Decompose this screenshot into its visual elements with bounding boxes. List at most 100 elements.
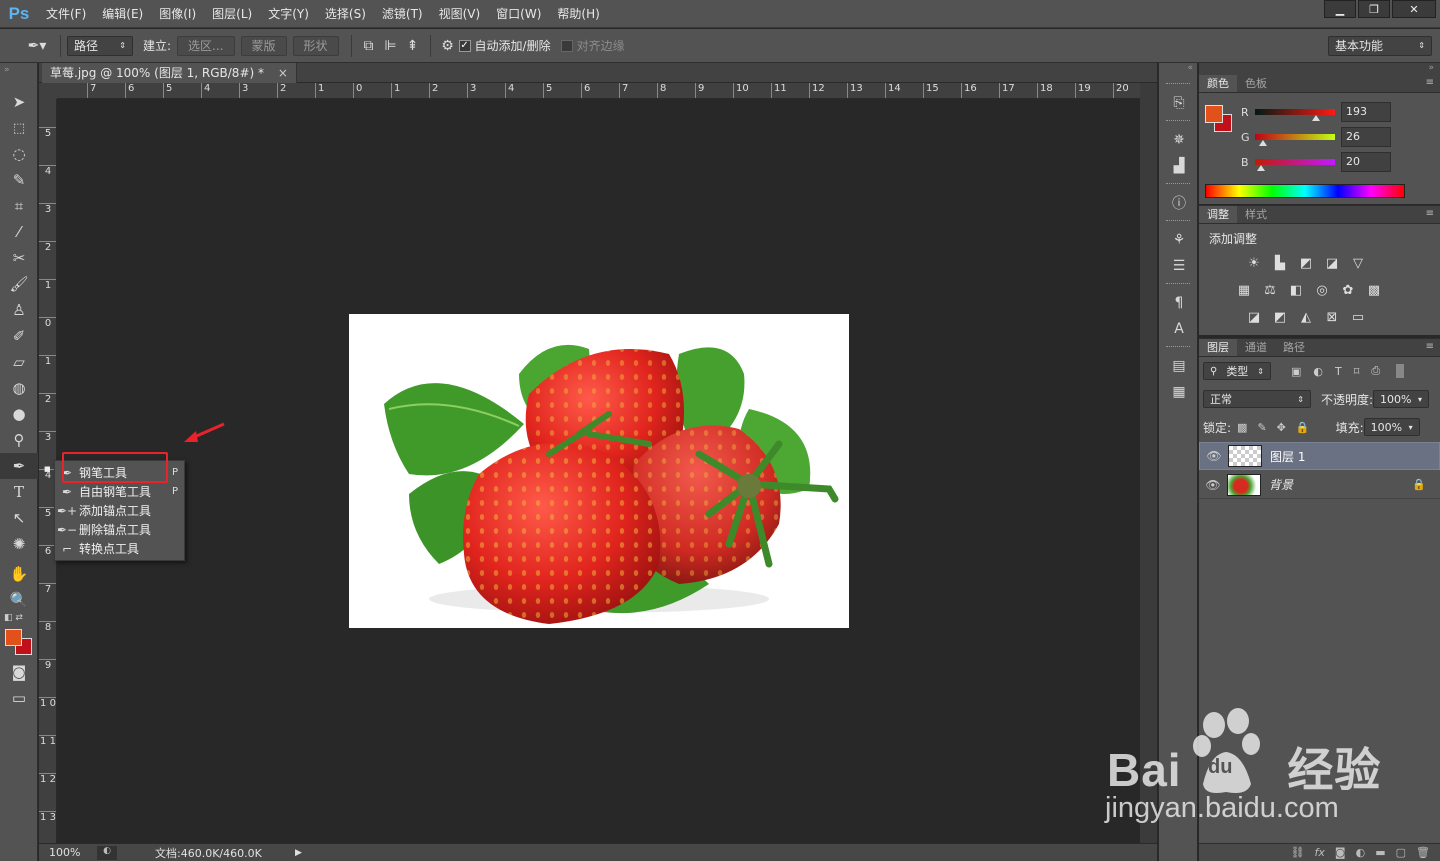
make-mask-button[interactable]: 蒙版 <box>240 35 287 56</box>
properties-panel-icon[interactable]: ▤ <box>1159 353 1199 379</box>
make-selection-button[interactable]: 选区... <box>177 35 235 56</box>
make-shape-button[interactable]: 形状 <box>292 35 339 56</box>
menu-item[interactable]: 编辑(E) <box>94 0 151 28</box>
flyout-item-freeform-pen-tool[interactable]: ✒ 自由钢笔工具 P <box>55 482 186 501</box>
path-selection-tool-icon[interactable]: ↖ <box>0 505 38 531</box>
lock-all-icon[interactable]: 🔒 <box>1296 421 1310 434</box>
close-button[interactable]: ✕ <box>1392 0 1436 18</box>
tab-styles[interactable]: 样式 <box>1237 206 1275 223</box>
quick-selection-tool-icon[interactable]: ✎ <box>0 167 38 193</box>
levels-icon[interactable]: ▙ <box>1271 254 1289 272</box>
brush-panel-icon[interactable]: ⚘ <box>1159 227 1199 253</box>
layer-filter-select[interactable]: ⚲ 类型 ⇕ <box>1203 362 1271 380</box>
blur-tool-icon[interactable]: ● <box>0 401 38 427</box>
history-panel-icon[interactable]: ⎘ <box>1159 90 1199 116</box>
menu-item[interactable]: 视图(V) <box>431 0 489 28</box>
menu-item[interactable]: 选择(S) <box>317 0 374 28</box>
opacity-field[interactable]: 100% ▾ <box>1373 390 1430 408</box>
eye-icon[interactable]: 👁 <box>1199 478 1227 492</box>
blue-value[interactable]: 20 <box>1341 152 1391 172</box>
flyout-item-delete-anchor-point-tool[interactable]: ✒− 删除锚点工具 <box>55 520 186 539</box>
panel-menu-icon[interactable]: ≡ <box>1426 208 1434 219</box>
menu-item[interactable]: 帮助(H) <box>549 0 607 28</box>
red-slider[interactable] <box>1255 109 1335 121</box>
panel-foreground-swatch[interactable] <box>1205 105 1223 123</box>
dodge-tool-icon[interactable]: ⚲ <box>0 427 38 453</box>
vibrance-icon[interactable]: ▽ <box>1349 254 1367 272</box>
color-balance-icon[interactable]: ⚖ <box>1261 281 1279 299</box>
brush-presets-icon[interactable]: ☰ <box>1159 253 1199 279</box>
close-icon[interactable]: × <box>278 66 288 80</box>
pen-tool-preset-icon[interactable]: ✒▾ <box>20 35 54 57</box>
new-layer-icon[interactable]: ▢ <box>1396 846 1406 859</box>
posterize-icon[interactable]: ◩ <box>1271 308 1289 326</box>
menu-item[interactable]: 滤镜(T) <box>374 0 431 28</box>
menu-item[interactable]: 图层(L) <box>204 0 260 28</box>
menu-item[interactable]: 窗口(W) <box>488 0 549 28</box>
green-value[interactable]: 26 <box>1341 127 1391 147</box>
path-arrangement-icon[interactable]: ⇞ <box>402 35 424 57</box>
minimize-button[interactable]: ▁ <box>1324 0 1356 18</box>
filter-adjustment-icon[interactable]: ◐ <box>1313 365 1323 378</box>
strip-collapse[interactable]: « <box>1159 63 1197 79</box>
healing-brush-tool-icon[interactable]: ✂ <box>0 245 38 271</box>
tab-adjustments[interactable]: 调整 <box>1199 206 1237 223</box>
crop-tool-icon[interactable]: ⌗ <box>0 193 38 219</box>
pen-tool-icon[interactable]: ✒ <box>0 453 38 479</box>
trash-icon[interactable]: 🗑 <box>1416 846 1430 859</box>
marquee-tool-icon[interactable]: ⬚ <box>0 115 38 141</box>
lock-pixels-icon[interactable]: ✎ <box>1257 421 1266 434</box>
quick-mask-icon[interactable]: ◙ <box>0 659 38 685</box>
menu-item[interactable]: 文件(F) <box>38 0 94 28</box>
lock-transparent-icon[interactable]: ▩ <box>1237 421 1247 434</box>
gradient-map-icon[interactable]: ⊠ <box>1323 308 1341 326</box>
photo-filter-icon[interactable]: ◎ <box>1313 281 1331 299</box>
restore-button[interactable]: ❐ <box>1358 0 1390 18</box>
type-tool-icon[interactable]: T <box>0 479 38 505</box>
filter-pixel-icon[interactable]: ▣ <box>1291 365 1301 378</box>
gradient-tool-icon[interactable]: ◍ <box>0 375 38 401</box>
zoom-level[interactable]: 100% <box>39 846 89 859</box>
color-swatches[interactable] <box>0 627 37 659</box>
panel-collapse[interactable]: » <box>1199 63 1440 75</box>
status-info-icon[interactable]: ◐ <box>97 845 117 860</box>
black-white-icon[interactable]: ◧ <box>1287 281 1305 299</box>
fill-field[interactable]: 100% ▾ <box>1363 418 1420 436</box>
menu-item[interactable]: 文字(Y) <box>260 0 317 28</box>
eye-icon[interactable]: 👁 <box>1200 449 1228 463</box>
foreground-color-swatch[interactable] <box>5 629 22 646</box>
shape-tool-icon[interactable]: ✺ <box>0 531 38 557</box>
filter-toggle-icon[interactable] <box>1396 364 1405 378</box>
lasso-tool-icon[interactable]: ◌ <box>0 141 38 167</box>
strawberry-image[interactable] <box>349 314 849 628</box>
character-panel-icon[interactable]: ¶ <box>1159 290 1199 316</box>
gear-icon[interactable]: ⚙ <box>437 35 459 57</box>
tab-color[interactable]: 颜色 <box>1199 75 1237 92</box>
screen-mode-icon[interactable]: ▭ <box>0 685 38 711</box>
eraser-tool-icon[interactable]: ▱ <box>0 349 38 375</box>
fx-icon[interactable]: fx <box>1315 846 1325 859</box>
eyedropper-tool-icon[interactable]: ⁄ <box>0 219 38 245</box>
move-tool-icon[interactable]: ➤ <box>0 89 38 115</box>
path-alignment-icon[interactable]: ⊫ <box>380 35 402 57</box>
curves-icon[interactable]: ◩ <box>1297 254 1315 272</box>
blue-slider[interactable] <box>1255 159 1335 171</box>
menu-item[interactable]: 图像(I) <box>151 0 204 28</box>
flyout-item-add-anchor-point-tool[interactable]: ✒+ 添加锚点工具 <box>55 501 186 520</box>
stamp-tool-icon[interactable]: ♙ <box>0 297 38 323</box>
workspace-select[interactable]: 基本功能 ⇕ <box>1328 35 1432 56</box>
path-operations-icon[interactable]: ⧉ <box>358 35 380 57</box>
hue-saturation-icon[interactable]: ▦ <box>1235 281 1253 299</box>
flyout-item-convert-point-tool[interactable]: ⌐ 转换点工具 <box>55 539 186 558</box>
add-mask-icon[interactable]: ◙ <box>1335 846 1346 859</box>
tab-channels[interactable]: 通道 <box>1237 339 1275 356</box>
red-slider-thumb[interactable] <box>1311 115 1320 121</box>
brightness-icon[interactable]: ☀ <box>1245 254 1263 272</box>
brush-tool-icon[interactable]: 🖌 <box>0 271 38 297</box>
align-edges-checkbox[interactable] <box>560 39 573 52</box>
tab-paths[interactable]: 路径 <box>1275 339 1313 356</box>
layer-name[interactable]: 图层 1 <box>1270 448 1305 465</box>
color-spectrum-bar[interactable] <box>1205 184 1405 198</box>
histogram-panel-icon[interactable]: ▟ <box>1159 153 1199 179</box>
tab-swatches[interactable]: 色板 <box>1237 75 1275 92</box>
